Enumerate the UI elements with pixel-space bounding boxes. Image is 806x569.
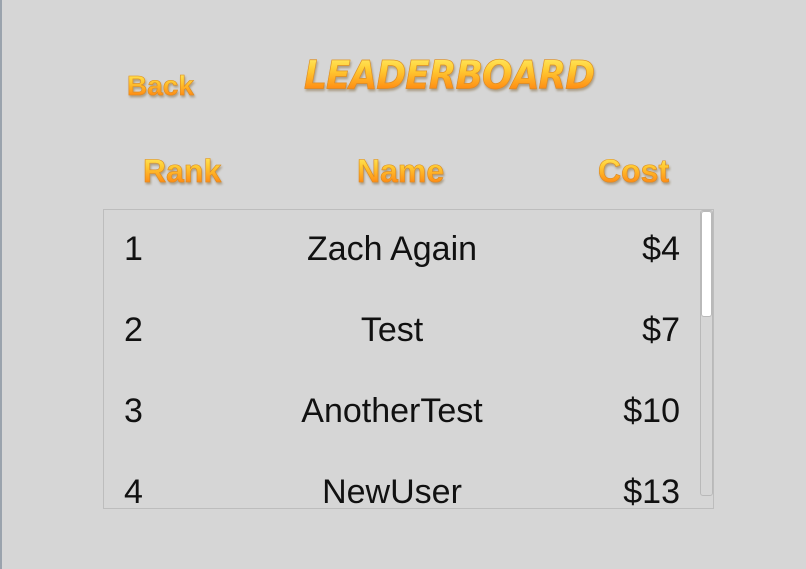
name-cell: Zach Again	[306, 230, 478, 268]
name-cell: Test	[360, 311, 424, 349]
cost-cell: $4	[642, 230, 680, 268]
name-cell: NewUser	[322, 473, 462, 509]
rank-cell: 2	[124, 311, 143, 349]
list-item: 3 AnotherTest $10	[104, 372, 704, 453]
rank-cell: 3	[124, 392, 143, 430]
vertical-scrollbar[interactable]	[700, 210, 713, 496]
name-cell: AnotherTest	[301, 392, 483, 430]
rank-cell: 4	[124, 473, 143, 509]
cost-cell: $7	[642, 311, 680, 349]
cost-cell: $10	[623, 392, 680, 430]
column-header-name: Name	[357, 153, 445, 190]
cost-cell: $13	[623, 473, 680, 509]
back-button[interactable]: Back	[127, 70, 195, 102]
column-header-rank: Rank	[143, 153, 222, 190]
list-item: 4 NewUser $13	[104, 453, 704, 509]
list-item: 2 Test $7	[104, 291, 704, 372]
rank-cell: 1	[124, 230, 143, 268]
page-title: LEADERBOARD	[304, 54, 596, 99]
leaderboard-list[interactable]: 1 Zach Again $4 2 Test $7 3 AnotherTest …	[103, 209, 714, 509]
column-header-cost: Cost	[598, 153, 670, 190]
list-item: 1 Zach Again $4	[104, 210, 704, 291]
scrollbar-thumb[interactable]	[701, 211, 712, 317]
window-edge	[0, 0, 2, 569]
